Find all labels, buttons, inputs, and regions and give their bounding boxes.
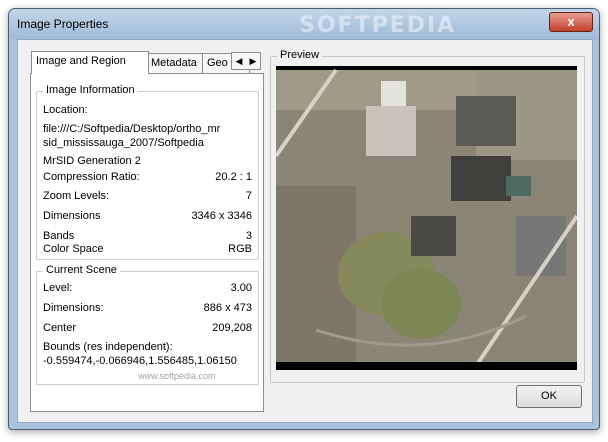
tab-scroll-right-icon[interactable]: ▶ (246, 53, 260, 69)
current-scene-group: Current Scene Level: 3.00 Dimensions: 88… (36, 264, 259, 385)
ok-button[interactable]: OK (516, 385, 582, 408)
image-information-group: Image Information Location: file:///C:/S… (36, 84, 259, 260)
image-and-region-panel: Image Information Location: file:///C:/S… (30, 73, 264, 412)
info-row-zoom-levels: Zoom Levels: 7 (43, 190, 252, 202)
image-information-legend: Image Information (43, 84, 138, 96)
tab-image-and-region[interactable]: Image and Region (31, 51, 149, 74)
window-title: Image Properties (17, 17, 109, 31)
location-line-1: file:///C:/Softpedia/Desktop/ortho_mr (43, 123, 221, 135)
preview-legend: Preview (277, 49, 323, 61)
info-row-color-space: Color Space RGB (43, 243, 252, 255)
info-row-dimensions: Dimensions 3346 x 3346 (43, 210, 252, 222)
title-bar[interactable]: Image Properties SOFTPEDIA x (9, 9, 599, 39)
scene-row-level: Level: 3.00 (43, 282, 252, 294)
tab-metadata[interactable]: Metadata (146, 53, 205, 73)
bounds-value: -0.559474,-0.066946,1.556485,1.06150 (43, 355, 237, 367)
preview-group: Preview (270, 49, 585, 383)
scene-row-center: Center 209,208 (43, 322, 252, 334)
close-button[interactable]: x (549, 12, 593, 32)
bounds-label: Bounds (res independent): (43, 341, 173, 353)
image-format: MrSID Generation 2 (43, 155, 141, 167)
dialog-client-area: Image and Region Metadata Geo In ◀ ▶ Ima… (17, 39, 593, 423)
scene-row-dimensions: Dimensions: 886 x 473 (43, 302, 252, 314)
aerial-preview-image[interactable] (276, 66, 577, 370)
tab-scroll-control: ◀ ▶ (231, 52, 261, 70)
location-label: Location: (43, 104, 88, 116)
image-properties-window: Image Properties SOFTPEDIA x Image and R… (8, 8, 600, 430)
aerial-photo-illustration (276, 66, 577, 370)
tab-scroll-left-icon[interactable]: ◀ (232, 53, 246, 69)
softpedia-url-watermark: www.softpedia.com (138, 371, 216, 381)
current-scene-legend: Current Scene (43, 264, 120, 276)
close-icon: x (567, 14, 575, 29)
location-line-2: sid_mississauga_2007/Softpedia (43, 137, 204, 149)
info-row-compression-ratio: Compression Ratio: 20.2 : 1 (43, 171, 252, 183)
softpedia-watermark: SOFTPEDIA (299, 13, 457, 38)
